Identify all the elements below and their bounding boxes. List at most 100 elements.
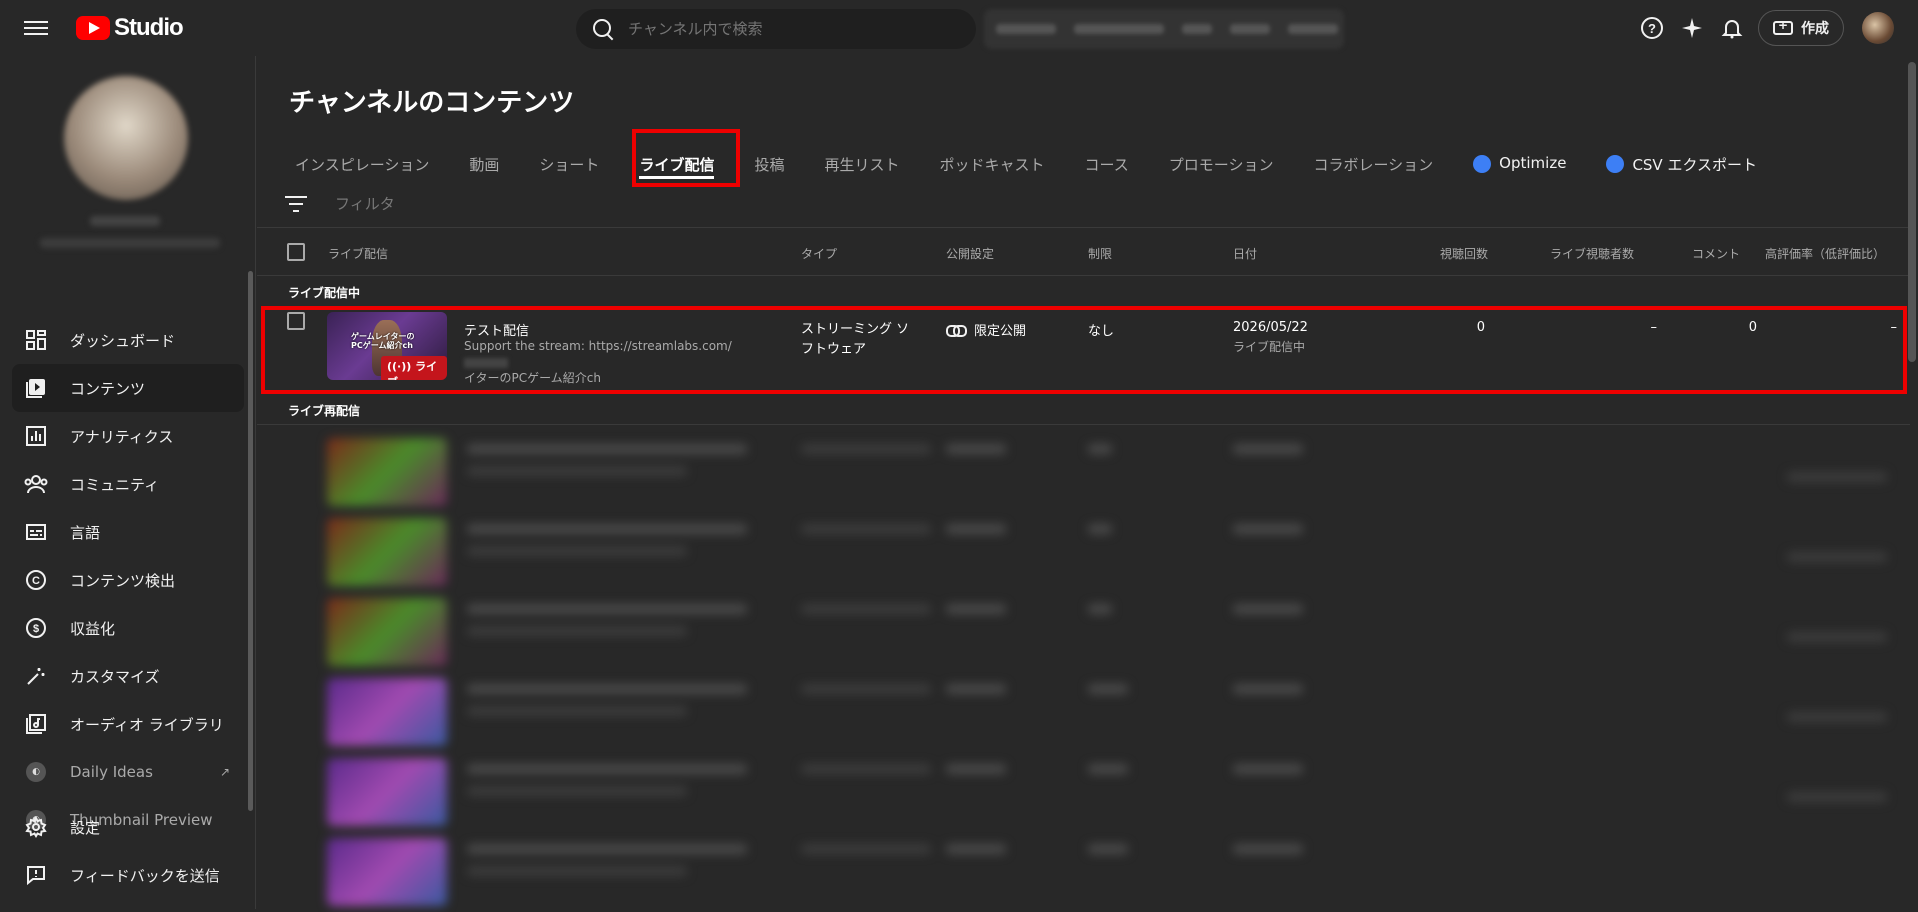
menu-icon[interactable] [24,17,48,39]
video-thumbnail[interactable]: ゲームレイターのPCゲーム紹介ch ((·)) ライブ [327,312,447,380]
sidebar-item-feedback[interactable]: フィードバックを送信 [12,851,244,899]
sidebar-item-label: カスタマイズ [70,667,160,686]
subtitles-icon [24,520,48,544]
restrictions-value: なし [1088,324,1115,339]
table-row[interactable] [257,832,1910,912]
table-row[interactable] [257,752,1910,832]
filter-bar[interactable]: フィルタ [257,180,1910,228]
sidebar-scrollbar[interactable] [248,271,253,811]
studio-logo[interactable]: Studio [76,14,184,42]
channel-handle-blurred [40,238,220,248]
table-row[interactable] [257,432,1910,512]
external-link-icon: ↗ [219,765,230,779]
tab-label: プロモーション [1168,156,1274,174]
sidebar-item-settings[interactable]: 設定 [12,803,244,851]
thumbnail-text: ゲームレイターの PCゲーム紹介ch [351,332,415,350]
col-restrictions[interactable]: 制限 [1088,245,1112,262]
search-icon[interactable] [592,18,614,40]
sidebar-item-label: Daily Ideas [70,763,153,781]
filter-placeholder[interactable]: フィルタ [335,193,395,214]
table-row[interactable] [257,592,1910,672]
video-thumbnail [327,678,447,746]
dashboard-icon [24,328,48,352]
sidebar-item-analytics[interactable]: アナリティクス [12,412,244,460]
table-row[interactable] [257,512,1910,592]
create-button[interactable]: 作成 [1758,10,1844,46]
tab-label: コース [1084,156,1129,174]
copyright-icon: C [24,568,48,592]
tab-label: ポッドキャスト [939,156,1045,174]
row-checkbox[interactable] [287,312,305,330]
sidebar-item-monetization[interactable]: $ 収益化 [12,604,244,652]
create-label: 作成 [1801,21,1829,37]
col-live-viewers[interactable]: ライブ視聴者数 [1550,245,1634,262]
video-thumbnail [327,758,447,826]
content-icon [24,376,48,400]
sidebar-bottom-nav: 設定 フィードバックを送信 [12,803,244,899]
svg-text:$: $ [33,623,39,635]
col-views[interactable]: 視聴回数 [1440,245,1488,262]
sidebar-item-audio-library[interactable]: オーディオ ライブラリ [12,700,244,748]
sidebar-item-daily-ideas[interactable]: ◐ Daily Ideas ↗ [12,748,244,796]
sidebar-item-content[interactable]: コンテンツ [12,364,244,412]
sidebar-item-label: 設定 [70,818,101,837]
visibility-selector[interactable]: 限定公開 [946,320,1026,339]
filter-icon[interactable] [285,195,307,212]
video-type: ストリーミング ソフトウェア [801,322,910,357]
live-viewers-value: – [1650,320,1658,335]
col-date[interactable]: 日付 [1233,245,1257,262]
sidebar-nav: ダッシュボード コンテンツ アナリティクス コミュニティ 言語 C コンテンツ検… [12,316,244,844]
sidebar-item-label: 言語 [70,523,101,542]
notifications-icon[interactable] [1712,8,1752,48]
tab-label: 動画 [469,156,500,174]
sidebar-item-label: 収益化 [70,619,116,638]
create-video-icon [1773,18,1793,35]
tab-label: インスピレーション [295,156,430,174]
sidebar-item-label: オーディオ ライブラリ [70,715,224,734]
search-box[interactable] [576,9,976,49]
svg-text:C: C [32,575,40,587]
sparkle-icon[interactable] [1672,8,1712,48]
views-value: 0 [1476,320,1485,335]
analytics-icon [24,424,48,448]
monetization-icon: $ [24,616,48,640]
divider [257,424,1910,425]
channel-name-blurred [90,216,160,226]
sidebar-item-dashboard[interactable]: ダッシュボード [12,316,244,364]
table-row[interactable] [257,672,1910,752]
video-thumbnail [327,438,447,506]
redacted-text [464,357,508,368]
section-live-now: ライブ配信中 [288,286,361,300]
help-icon[interactable]: ? [1632,8,1672,48]
select-all-checkbox[interactable] [287,243,305,261]
sidebar-item-customization[interactable]: カスタマイズ [12,652,244,700]
account-avatar[interactable] [1862,12,1894,44]
search-input[interactable] [628,20,948,38]
video-title[interactable]: テスト配信 [464,320,529,339]
table-row[interactable]: ゲームレイターのPCゲーム紹介ch ((·)) ライブ テスト配信 Suppor… [257,300,1910,388]
link-icon [946,324,967,337]
sidebar: ダッシュボード コンテンツ アナリティクス コミュニティ 言語 C コンテンツ検… [0,56,256,909]
col-type[interactable]: タイプ [801,245,837,262]
col-live[interactable]: ライブ配信 [328,245,388,262]
sidebar-item-content-detection[interactable]: C コンテンツ検出 [12,556,244,604]
live-badge: ((·)) ライブ [381,356,447,380]
community-icon [24,472,48,496]
table-header: ライブ配信 タイプ 公開設定 制限 日付 視聴回数 ライブ視聴者数 コメント 高… [257,228,1910,276]
extension-icon [1606,155,1625,173]
like-ratio-value: – [1890,320,1898,335]
sidebar-item-languages[interactable]: 言語 [12,508,244,556]
col-visibility[interactable]: 公開設定 [946,245,994,262]
sidebar-item-label: アナリティクス [70,427,174,446]
col-like-ratio[interactable]: 高評価率（低評価比） [1765,245,1885,262]
col-comments[interactable]: コメント [1692,245,1740,262]
sidebar-item-community[interactable]: コミュニティ [12,460,244,508]
blurred-toolbar [984,9,1344,49]
main-scrollbar[interactable] [1908,62,1916,362]
tab-label: ライブ配信 [639,156,715,174]
video-thumbnail [327,518,447,586]
visibility-label: 限定公開 [974,324,1027,339]
channel-avatar[interactable] [64,76,188,200]
main-content: チャンネルのコンテンツ インスピレーション 動画 ショート ライブ配信 投稿 再… [257,56,1918,909]
sidebar-item-label: コンテンツ検出 [70,571,176,590]
